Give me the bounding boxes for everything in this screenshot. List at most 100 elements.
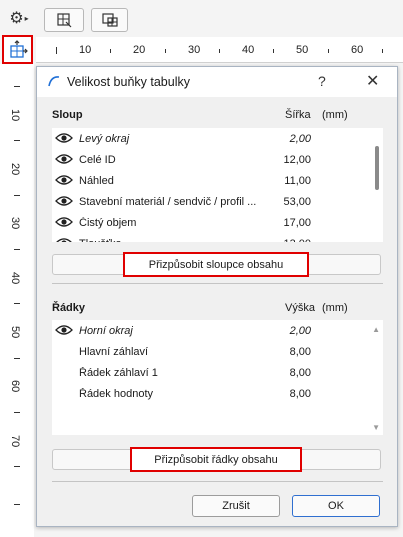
ruler-label: 50 bbox=[9, 326, 21, 339]
cancel-button[interactable]: Zrušit bbox=[192, 495, 280, 517]
row-name: Tloušťka bbox=[79, 238, 269, 242]
list-item[interactable]: Stavební materiál / sendvič / profil ...… bbox=[52, 192, 372, 213]
list-item[interactable]: Tloušťka13,00 bbox=[52, 234, 372, 242]
columns-scrollbar-thumb[interactable] bbox=[375, 146, 379, 190]
scroll-up-icon[interactable]: ▲ bbox=[372, 325, 380, 334]
ruler-tick bbox=[14, 140, 20, 141]
rows-list[interactable]: Řádek hodnoty 8,00 Řádek záhlaví 1 8,00 Hlav… bbox=[52, 320, 383, 435]
cell-resize-icon bbox=[57, 13, 72, 28]
row-name: Celé ID bbox=[79, 154, 116, 166]
table-fit-button[interactable] bbox=[91, 8, 128, 32]
close-button[interactable]: ✕ bbox=[366, 71, 379, 91]
unit-label: (mm) bbox=[322, 109, 348, 121]
ruler-tick bbox=[14, 466, 20, 467]
row-value[interactable]: 17,00 bbox=[270, 217, 311, 229]
eye-icon[interactable] bbox=[55, 153, 73, 165]
ruler-label: 20 bbox=[133, 44, 146, 56]
ruler-label: 70 bbox=[9, 435, 21, 448]
cell-size-icon bbox=[9, 39, 28, 58]
row-name: Hlavní záhlaví bbox=[79, 346, 149, 358]
list-item[interactable]: Horní okraj 2,00 bbox=[52, 321, 372, 342]
settings-button[interactable]: ⚙ ▸ bbox=[2, 6, 36, 30]
ruler-tick bbox=[382, 49, 383, 53]
ruler-label: 60 bbox=[351, 44, 364, 56]
ruler-tick bbox=[14, 303, 20, 304]
eye-icon[interactable] bbox=[55, 216, 73, 228]
height-column-header: Výška bbox=[285, 302, 315, 314]
caret-right-icon: ▸ bbox=[24, 13, 29, 23]
eye-icon[interactable] bbox=[55, 195, 73, 207]
ruler-tick bbox=[165, 49, 166, 53]
row-value[interactable]: 8,00 bbox=[270, 367, 311, 379]
row-name: Náhled bbox=[79, 175, 114, 187]
row-value[interactable]: 2,00 bbox=[270, 325, 311, 337]
ruler-label: 30 bbox=[188, 44, 201, 56]
table-fit-icon bbox=[101, 13, 118, 27]
ruler-label: 60 bbox=[9, 380, 21, 393]
row-value[interactable]: 8,00 bbox=[270, 388, 311, 400]
list-item[interactable]: Hlavní záhlaví 8,00 bbox=[52, 342, 372, 363]
horizontal-ruler: 10 20 30 40 50 60 bbox=[36, 37, 403, 63]
ruler-tick bbox=[14, 504, 20, 505]
ruler-tick bbox=[219, 49, 220, 53]
columns-header: Sloup bbox=[52, 109, 83, 121]
help-button[interactable]: ? bbox=[318, 73, 326, 89]
eye-icon[interactable] bbox=[55, 324, 73, 336]
ruler-label: 20 bbox=[9, 163, 21, 176]
list-item[interactable]: Celé ID 12,00 bbox=[52, 150, 372, 171]
row-name: Stavební materiál / sendvič / profil ... bbox=[79, 196, 257, 208]
row-name: Řádek hodnoty bbox=[79, 388, 153, 400]
eye-icon[interactable] bbox=[55, 237, 73, 242]
ruler-tick bbox=[56, 47, 57, 54]
row-name: Čistý objem bbox=[79, 217, 137, 229]
columns-list[interactable]: Tloušťka13,00 Čistý objem 17,00 Stavební ma… bbox=[52, 128, 383, 242]
list-item[interactable]: Čistý objem 17,00 bbox=[52, 213, 372, 234]
ruler-label: 40 bbox=[242, 44, 255, 56]
ruler-label: 40 bbox=[9, 272, 21, 285]
dialog-titlebar: Velikost buňky tabulky ? ✕ bbox=[37, 67, 397, 97]
app-window: ⚙ ▸ 10 20 30 40 50 60 10 20 30 40 50 60 … bbox=[0, 0, 403, 537]
vertical-ruler: 10 20 30 40 50 60 70 bbox=[0, 64, 34, 537]
row-name: Horní okraj bbox=[79, 325, 133, 337]
ruler-label: 10 bbox=[9, 109, 21, 122]
row-name: Řádek záhlaví 1 bbox=[79, 367, 158, 379]
cell-resize-button[interactable] bbox=[44, 8, 84, 32]
ruler-tick bbox=[110, 49, 111, 53]
cell-size-tool-button[interactable] bbox=[2, 35, 33, 64]
ruler-tick bbox=[14, 86, 20, 87]
dialog-title: Velikost buňky tabulky bbox=[67, 75, 190, 89]
ruler-tick bbox=[273, 49, 274, 53]
scroll-down-icon[interactable]: ▼ bbox=[372, 423, 380, 432]
cell-size-dialog: Velikost buňky tabulky ? ✕ Sloup Šířka (… bbox=[36, 66, 398, 527]
ruler-tick bbox=[14, 358, 20, 359]
fit-rows-button[interactable]: Přizpůsobit řádky obsahu bbox=[130, 447, 302, 472]
row-value[interactable]: 2,00 bbox=[270, 133, 311, 145]
row-value[interactable]: 53,00 bbox=[270, 196, 311, 208]
eye-icon[interactable] bbox=[55, 132, 73, 144]
ok-button[interactable]: OK bbox=[292, 495, 380, 517]
ruler-label: 30 bbox=[9, 217, 21, 230]
list-item[interactable]: Řádek záhlaví 1 8,00 bbox=[52, 363, 372, 384]
section-divider bbox=[52, 283, 383, 284]
row-value[interactable]: 13,00 bbox=[270, 238, 311, 242]
ruler-tick bbox=[14, 195, 20, 196]
dialog-app-icon bbox=[48, 76, 60, 87]
width-column-header: Šířka bbox=[285, 109, 311, 121]
row-value[interactable]: 8,00 bbox=[270, 346, 311, 358]
footer-divider bbox=[52, 481, 383, 482]
list-item[interactable]: Řádek hodnoty 8,00 bbox=[52, 384, 372, 405]
fit-columns-button[interactable]: Přizpůsobit sloupce obsahu bbox=[123, 252, 309, 277]
row-name: Levý okraj bbox=[79, 133, 130, 145]
row-value[interactable]: 11,00 bbox=[270, 175, 311, 187]
ruler-label: 10 bbox=[79, 44, 92, 56]
row-value[interactable]: 12,00 bbox=[270, 154, 311, 166]
ruler-tick bbox=[14, 412, 20, 413]
eye-icon[interactable] bbox=[55, 174, 73, 186]
ruler-label: 50 bbox=[296, 44, 309, 56]
toolbar: ⚙ ▸ bbox=[0, 0, 403, 34]
unit-label: (mm) bbox=[322, 302, 348, 314]
gear-icon: ⚙ bbox=[9, 10, 24, 27]
list-item[interactable]: Levý okraj 2,00 bbox=[52, 129, 372, 150]
list-item[interactable]: Náhled 11,00 bbox=[52, 171, 372, 192]
rows-header: Řádky bbox=[52, 302, 86, 314]
